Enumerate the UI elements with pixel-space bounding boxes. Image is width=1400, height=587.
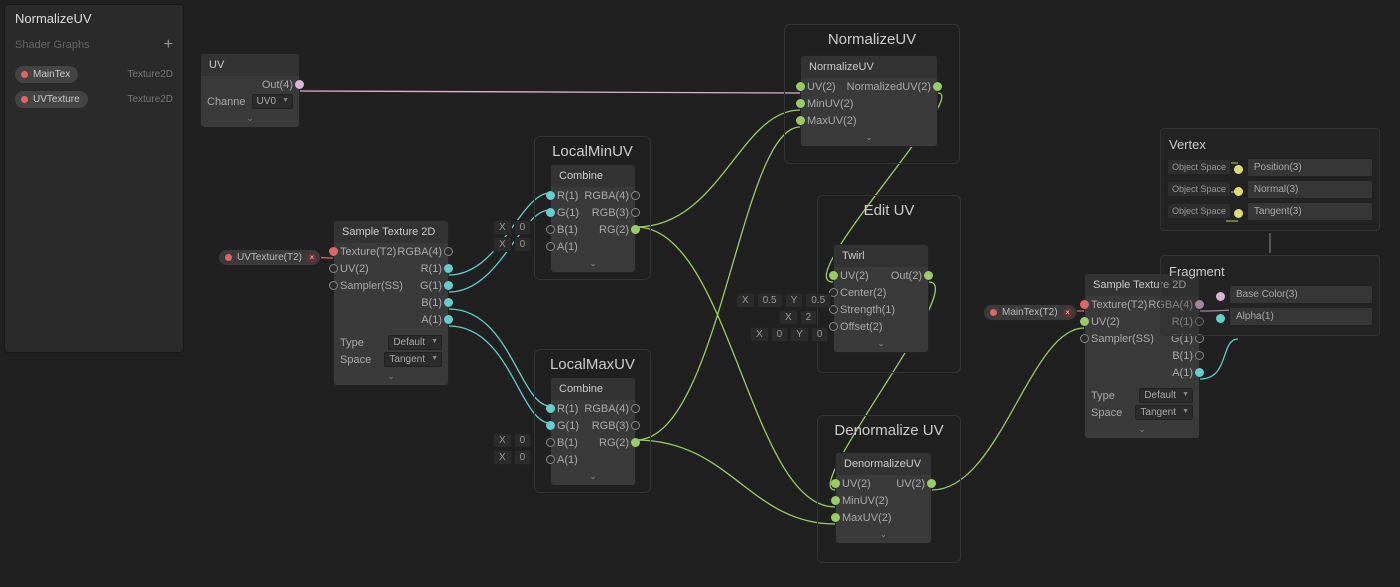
stack-divider <box>1269 233 1271 253</box>
output-port[interactable] <box>1195 368 1204 377</box>
output-port[interactable] <box>444 264 453 273</box>
output-port[interactable] <box>444 298 453 307</box>
node-title[interactable]: NormalizeUV <box>801 56 937 78</box>
blackboard-subtitle: Shader Graphs <box>15 39 90 51</box>
vertex-title: Vertex <box>1167 133 1373 156</box>
collapse-icon[interactable]: ⌄ <box>836 526 931 543</box>
group-title[interactable]: Denormalize UV <box>818 416 960 449</box>
input-port[interactable] <box>329 281 338 290</box>
float-field[interactable]: X0Y0 <box>750 327 828 342</box>
input-port[interactable] <box>1080 334 1089 343</box>
input-port[interactable] <box>829 271 838 280</box>
blackboard-panel[interactable]: NormalizeUV Shader Graphs + MainTex Text… <box>4 4 184 353</box>
plus-icon[interactable]: + <box>164 36 173 54</box>
delete-icon[interactable]: × <box>307 253 317 263</box>
node-combine-2[interactable]: Combine R(1)RGBA(4) G(1)RGB(3) B(1)RG(2)… <box>550 377 636 486</box>
slot-basecolor[interactable]: Base Color(3) <box>1229 285 1373 304</box>
input-port[interactable] <box>546 455 555 464</box>
output-port[interactable] <box>444 247 453 256</box>
node-title[interactable]: Twirl <box>834 245 928 267</box>
input-port[interactable] <box>831 513 840 522</box>
output-port[interactable] <box>631 208 640 217</box>
blackboard-property[interactable]: MainTex Texture2D <box>5 62 183 87</box>
delete-icon[interactable]: × <box>1063 308 1073 318</box>
input-port[interactable] <box>546 208 555 217</box>
input-port[interactable] <box>546 404 555 413</box>
input-port[interactable] <box>546 438 555 447</box>
collapse-icon[interactable]: ⌄ <box>334 368 448 385</box>
float-field[interactable]: X2 <box>779 310 817 325</box>
node-normalizeuv[interactable]: NormalizeUV UV(2)NormalizedUV(2) MinUV(2… <box>800 55 938 147</box>
collapse-icon[interactable]: ⌄ <box>801 129 937 146</box>
output-port[interactable] <box>933 82 942 91</box>
input-port[interactable] <box>831 496 840 505</box>
output-port[interactable] <box>1195 351 1204 360</box>
output-port[interactable] <box>631 191 640 200</box>
fragment-title: Fragment <box>1167 260 1373 283</box>
group-title[interactable]: NormalizeUV <box>785 25 959 58</box>
slot-position[interactable]: Position(3) <box>1247 158 1373 177</box>
dropdown[interactable]: UV0 <box>252 94 293 109</box>
node-title[interactable]: Combine <box>551 165 635 187</box>
input-port[interactable] <box>796 82 805 91</box>
output-port[interactable] <box>927 479 936 488</box>
slot-tangent[interactable]: Tangent(3) <box>1247 202 1373 221</box>
node-title[interactable]: Combine <box>551 378 635 400</box>
input-port[interactable] <box>546 421 555 430</box>
property-token-uvtexture[interactable]: UVTexture(T2) × <box>218 249 321 266</box>
node-title[interactable]: Sample Texture 2D <box>334 221 448 243</box>
node-combine-1[interactable]: Combine R(1)RGBA(4) G(1)RGB(3) B(1)RG(2)… <box>550 164 636 273</box>
output-port[interactable] <box>295 80 304 89</box>
float-field[interactable]: X0 <box>493 237 531 252</box>
node-title[interactable]: UV <box>201 54 299 76</box>
input-port[interactable] <box>829 322 838 331</box>
node-title[interactable]: DenormalizeUV <box>836 453 931 475</box>
input-port[interactable] <box>329 264 338 273</box>
output-port[interactable] <box>631 438 640 447</box>
collapse-icon[interactable]: ⌄ <box>1085 421 1199 438</box>
input-port[interactable] <box>1080 317 1089 326</box>
float-field[interactable]: X0 <box>493 220 531 235</box>
collapse-icon[interactable]: ⌄ <box>834 335 928 352</box>
slot-normal[interactable]: Normal(3) <box>1247 180 1373 199</box>
output-port[interactable] <box>924 271 933 280</box>
dropdown[interactable]: Tangent <box>384 352 442 367</box>
input-port[interactable] <box>1080 300 1089 309</box>
slot-alpha[interactable]: Alpha(1) <box>1229 307 1373 326</box>
input-port[interactable] <box>329 247 338 256</box>
output-port[interactable] <box>444 281 453 290</box>
input-port[interactable] <box>546 225 555 234</box>
master-stack[interactable]: Vertex Object Space•Position(3) Object S… <box>1160 128 1380 336</box>
property-token-maintex[interactable]: MainTex(T2) × <box>983 304 1077 321</box>
collapse-icon[interactable]: ⌄ <box>551 468 635 485</box>
node-sample-texture-1[interactable]: Sample Texture 2D Texture(T2) RGBA(4) UV… <box>333 220 449 386</box>
collapse-icon[interactable]: ⌄ <box>551 255 635 272</box>
dropdown[interactable]: Default <box>388 335 442 350</box>
node-twirl[interactable]: Twirl UV(2)Out(2) Center(2) Strength(1) … <box>833 244 929 353</box>
node-uv[interactable]: UV Out(4) Channe UV0 ⌄ <box>200 53 300 128</box>
output-port[interactable] <box>444 315 453 324</box>
blackboard-property[interactable]: UVTexture Texture2D <box>5 87 183 112</box>
output-port[interactable] <box>631 225 640 234</box>
output-port[interactable] <box>631 421 640 430</box>
collapse-icon[interactable]: ⌄ <box>201 110 299 127</box>
blackboard-title: NormalizeUV <box>15 11 92 26</box>
node-denormalizeuv[interactable]: DenormalizeUV UV(2)UV(2) MinUV(2) MaxUV(… <box>835 452 932 544</box>
output-port[interactable] <box>631 404 640 413</box>
dropdown[interactable]: Tangent <box>1135 405 1193 420</box>
input-port[interactable] <box>831 479 840 488</box>
input-port[interactable] <box>796 99 805 108</box>
float-field[interactable]: X0 <box>493 450 531 465</box>
input-port[interactable] <box>796 116 805 125</box>
input-port[interactable] <box>546 191 555 200</box>
float-field[interactable]: X0.5Y0.5 <box>736 293 831 308</box>
float-field[interactable]: X0 <box>493 433 531 448</box>
dropdown[interactable]: Default <box>1139 388 1193 403</box>
input-port[interactable] <box>546 242 555 251</box>
group-title[interactable]: Edit UV <box>818 196 960 229</box>
